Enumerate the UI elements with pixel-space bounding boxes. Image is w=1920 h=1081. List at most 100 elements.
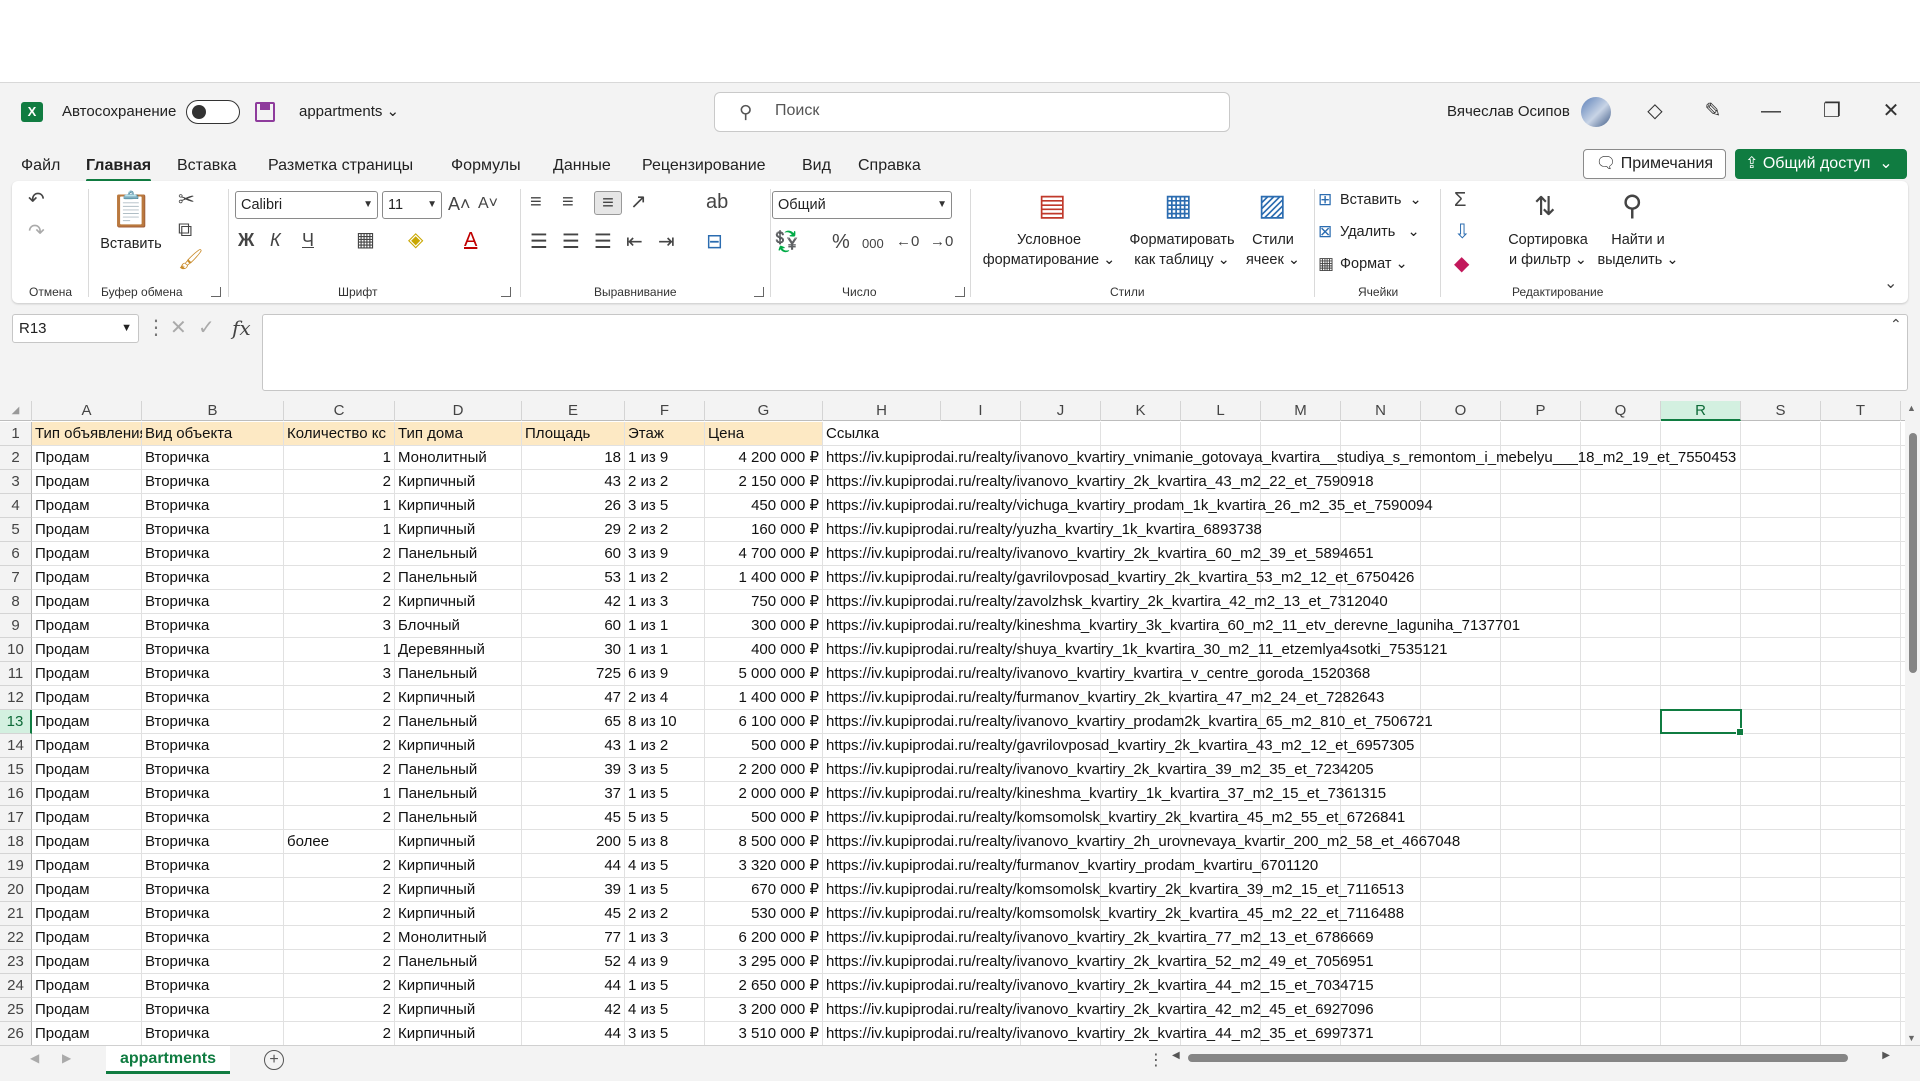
- tab-view[interactable]: Вид: [802, 157, 831, 175]
- row-header[interactable]: 2: [0, 446, 32, 470]
- font-launcher-icon[interactable]: [501, 287, 511, 297]
- column-header-I[interactable]: I: [941, 401, 1021, 421]
- wrap-text-icon[interactable]: ab: [706, 191, 728, 213]
- cell-H22[interactable]: https://iv.kupiprodai.ru/realty/ivanovo_…: [823, 926, 1374, 950]
- cell-Q5[interactable]: [1581, 518, 1661, 542]
- cell-T5[interactable]: [1821, 518, 1901, 542]
- cell-C10[interactable]: 1: [284, 638, 395, 662]
- cell-R4[interactable]: [1661, 494, 1741, 518]
- cell-E4[interactable]: 26: [522, 494, 625, 518]
- cell-P17[interactable]: [1501, 806, 1581, 830]
- cell-H17[interactable]: https://iv.kupiprodai.ru/realty/komsomol…: [823, 806, 1405, 830]
- cell-A6[interactable]: Продам: [32, 542, 142, 566]
- cell-G1[interactable]: Цена: [705, 422, 823, 446]
- cell-E8[interactable]: 42: [522, 590, 625, 614]
- cancel-icon[interactable]: ✕: [170, 317, 187, 339]
- cell-Q1[interactable]: [1581, 422, 1661, 446]
- cell-G12[interactable]: 1 400 000 ₽: [705, 686, 823, 710]
- cell-R24[interactable]: [1661, 974, 1741, 998]
- cell-Q16[interactable]: [1581, 782, 1661, 806]
- cell-T16[interactable]: [1821, 782, 1901, 806]
- cell-H14[interactable]: https://iv.kupiprodai.ru/realty/gavrilov…: [823, 734, 1414, 758]
- row-header[interactable]: 1: [0, 422, 32, 446]
- more-icon[interactable]: ⋮: [1148, 1050, 1164, 1070]
- cell-F25[interactable]: 4 из 5: [625, 998, 705, 1022]
- collapse-formula-bar-icon[interactable]: ⌃: [1890, 313, 1902, 335]
- percent-icon[interactable]: %: [832, 231, 850, 253]
- cell-R16[interactable]: [1661, 782, 1741, 806]
- cell-B21[interactable]: Вторичка: [142, 902, 284, 926]
- cell-C23[interactable]: 2: [284, 950, 395, 974]
- cell-C14[interactable]: 2: [284, 734, 395, 758]
- cell-P6[interactable]: [1501, 542, 1581, 566]
- cell-C24[interactable]: 2: [284, 974, 395, 998]
- cell-B24[interactable]: Вторичка: [142, 974, 284, 998]
- find-select-label-2[interactable]: выделить ⌄: [1588, 251, 1688, 270]
- cell-O22[interactable]: [1421, 926, 1501, 950]
- row-header[interactable]: 24: [0, 974, 32, 998]
- cell-P12[interactable]: [1501, 686, 1581, 710]
- font-size-select[interactable]: 11 ▼: [382, 191, 442, 219]
- spreadsheet-grid[interactable]: ◢ABCDEFGHIJKLMNOPQRSTU 1Тип объявленияВи…: [0, 401, 1920, 1045]
- cell-D20[interactable]: Кирпичный: [395, 878, 522, 902]
- find-select-label-1[interactable]: Найти и: [1598, 231, 1678, 250]
- cell-R20[interactable]: [1661, 878, 1741, 902]
- cell-P25[interactable]: [1501, 998, 1581, 1022]
- cell-E26[interactable]: 44: [522, 1022, 625, 1045]
- row-header[interactable]: 26: [0, 1022, 32, 1045]
- cell-S1[interactable]: [1741, 422, 1821, 446]
- cell-S23[interactable]: [1741, 950, 1821, 974]
- cell-R7[interactable]: [1661, 566, 1741, 590]
- scroll-left-icon[interactable]: ◀: [1172, 1050, 1180, 1061]
- restore-icon[interactable]: ❐: [1817, 99, 1847, 123]
- column-header-D[interactable]: D: [395, 401, 522, 421]
- cell-B11[interactable]: Вторичка: [142, 662, 284, 686]
- cell-T17[interactable]: [1821, 806, 1901, 830]
- cell-E14[interactable]: 43: [522, 734, 625, 758]
- sort-filter-icon[interactable]: ⇅: [1534, 189, 1556, 223]
- delete-cells-label[interactable]: Удалить ⌄: [1340, 223, 1420, 242]
- cell-A20[interactable]: Продам: [32, 878, 142, 902]
- cell-O13[interactable]: [1421, 710, 1501, 734]
- cell-E2[interactable]: 18: [522, 446, 625, 470]
- cell-S19[interactable]: [1741, 854, 1821, 878]
- cell-F21[interactable]: 2 из 2: [625, 902, 705, 926]
- comma-style-icon[interactable]: 000: [862, 233, 884, 255]
- row-header[interactable]: 12: [0, 686, 32, 710]
- cell-D22[interactable]: Монолитный: [395, 926, 522, 950]
- find-select-icon[interactable]: ⚲: [1622, 189, 1643, 223]
- cell-S15[interactable]: [1741, 758, 1821, 782]
- sheet-next-icon[interactable]: ▶: [62, 1051, 71, 1065]
- cell-S3[interactable]: [1741, 470, 1821, 494]
- more-options-icon[interactable]: ⋮: [146, 317, 166, 339]
- italic-button[interactable]: К: [270, 229, 281, 251]
- column-header-C[interactable]: C: [284, 401, 395, 421]
- tab-home[interactable]: Главная: [86, 157, 152, 182]
- cell-B1[interactable]: Вид объекта: [142, 422, 284, 446]
- delete-cells-icon[interactable]: ⊠: [1318, 221, 1332, 243]
- cell-D2[interactable]: Монолитный: [395, 446, 522, 470]
- cell-R12[interactable]: [1661, 686, 1741, 710]
- cell-D6[interactable]: Панельный: [395, 542, 522, 566]
- insert-cells-label[interactable]: Вставить ⌄: [1340, 191, 1422, 210]
- cell-R3[interactable]: [1661, 470, 1741, 494]
- cell-S17[interactable]: [1741, 806, 1821, 830]
- avatar[interactable]: [1581, 97, 1611, 127]
- cell-B26[interactable]: Вторичка: [142, 1022, 284, 1045]
- scroll-down-icon[interactable]: ▼: [1907, 1033, 1916, 1043]
- pen-icon[interactable]: ✎: [1698, 99, 1728, 123]
- cell-S10[interactable]: [1741, 638, 1821, 662]
- search-box[interactable]: ⚲ Поиск: [714, 92, 1230, 132]
- select-all-corner[interactable]: ◢: [0, 401, 32, 421]
- sheet-prev-icon[interactable]: ◀: [30, 1051, 39, 1065]
- cell-M5[interactable]: [1261, 518, 1341, 542]
- cell-H11[interactable]: https://iv.kupiprodai.ru/realty/ivanovo_…: [823, 662, 1370, 686]
- cell-B7[interactable]: Вторичка: [142, 566, 284, 590]
- number-format-select[interactable]: Общий ▼: [772, 191, 952, 219]
- column-header-Q[interactable]: Q: [1581, 401, 1661, 421]
- cell-A15[interactable]: Продам: [32, 758, 142, 782]
- format-cells-label[interactable]: Формат ⌄: [1340, 255, 1408, 274]
- cell-C25[interactable]: 2: [284, 998, 395, 1022]
- autosave-toggle[interactable]: [186, 100, 240, 124]
- tab-help[interactable]: Справка: [858, 157, 921, 175]
